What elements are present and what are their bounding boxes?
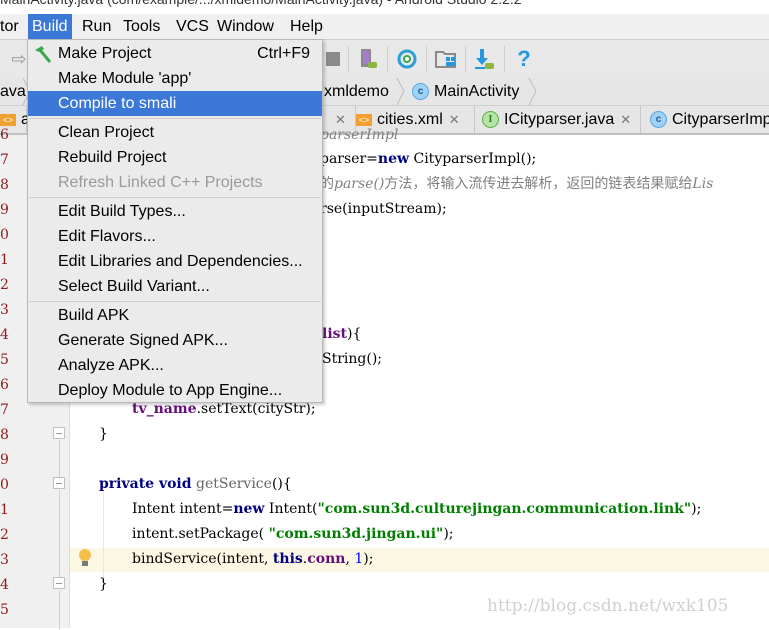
close-icon[interactable]: ✕ <box>620 112 631 127</box>
menu-separator <box>29 301 321 302</box>
tab-cityparserimpl[interactable]: c CityparserImp <box>650 106 769 133</box>
line-number: 8 <box>0 177 9 193</box>
menu-item-build-apk[interactable]: Build APK <box>28 303 322 328</box>
fold-guide <box>59 490 60 580</box>
line-number: 3 <box>0 552 9 568</box>
code-line: } <box>99 426 108 442</box>
menu-help[interactable]: Help <box>286 14 327 39</box>
tab-icityparser[interactable]: I ICityparser.java ✕ <box>482 106 641 133</box>
lightbulb-icon[interactable] <box>78 548 92 568</box>
line-number: 6 <box>0 377 9 393</box>
project-structure-icon[interactable] <box>435 48 457 70</box>
menu-item-edit-libraries[interactable]: Edit Libraries and Dependencies... <box>28 249 322 274</box>
menu-build-label: Build <box>32 18 68 35</box>
fold-toggle[interactable] <box>53 577 65 589</box>
toolbar-separator <box>348 46 349 72</box>
class-icon: c <box>650 111 667 129</box>
breadcrumb-item-mainactivity[interactable]: c MainActivity <box>412 78 519 105</box>
code-line: private void getService(){ <box>99 476 292 492</box>
breadcrumb-item[interactable]: xmldemo <box>324 78 389 105</box>
line-number: 7 <box>0 152 9 168</box>
menu-item-generate-signed-apk[interactable]: Generate Signed APK... <box>28 328 322 353</box>
code-line: parser=new CityparserImpl(); <box>320 151 537 167</box>
line-number: 5 <box>0 352 9 368</box>
menu-item-deploy-app-engine[interactable]: Deploy Module to App Engine... <box>28 378 322 403</box>
menu-item-compile-to-smali[interactable]: Compile to smali <box>28 91 322 116</box>
menu-item-make-project[interactable]: Make Project Ctrl+F9 <box>28 41 322 66</box>
menu-editor[interactable]: tor <box>0 14 23 39</box>
line-number: 4 <box>0 327 9 343</box>
close-icon[interactable]: ✕ <box>449 112 460 127</box>
line-number: 4 <box>0 577 9 593</box>
fold-toggle[interactable] <box>53 427 65 439</box>
menu-item-refresh-linked-cpp: Refresh Linked C++ Projects <box>58 174 263 191</box>
line-number: 6 <box>0 127 9 143</box>
menu-item-select-build-variant[interactable]: Select Build Variant... <box>28 274 322 299</box>
window-title-bar: MainActivity.java (com/example/.../xmlde… <box>0 0 769 14</box>
menu-build[interactable]: Build <box>28 14 72 39</box>
menu-item-clean-project[interactable]: Clean Project <box>28 120 322 145</box>
toolbar-separator <box>426 46 427 72</box>
code-line: Intent intent=new Intent("com.sun3d.cult… <box>132 501 702 517</box>
code-line: String(); <box>322 351 383 367</box>
menu-run[interactable]: Run <box>78 14 115 39</box>
menu-item-make-module[interactable]: Make Module 'app' <box>28 66 322 91</box>
fold-toggle[interactable] <box>53 477 65 489</box>
toolbar-separator <box>465 46 466 72</box>
menu-item-edit-build-types[interactable]: Edit Build Types... <box>28 199 322 224</box>
xml-file-icon: <> <box>0 113 16 126</box>
menu-bar: tor Build Run Tools VCS Window Help <box>0 14 769 39</box>
toolbar-separator <box>504 46 505 72</box>
code-line: 的parse()方法，将输入流传进去解析，返回的链表结果赋给Lis <box>320 176 714 192</box>
menu-separator <box>29 197 321 198</box>
breadcrumb-separator <box>396 78 405 105</box>
line-number: 2 <box>0 527 9 543</box>
menu-item-analyze-apk[interactable]: Analyze APK... <box>28 353 322 378</box>
fold-guide <box>59 440 60 480</box>
indent-guide <box>103 490 104 580</box>
menu-window[interactable]: Window <box>213 14 278 39</box>
interface-icon: I <box>482 111 499 129</box>
sync-gradle-icon[interactable] <box>396 48 418 70</box>
line-number: 5 <box>0 602 9 618</box>
fold-guide <box>59 590 60 630</box>
help-icon[interactable]: ? <box>513 46 535 71</box>
line-number: 2 <box>0 277 9 293</box>
menu-vcs[interactable]: VCS <box>172 14 213 39</box>
toolbar-separator <box>387 46 388 72</box>
code-line: } <box>99 576 108 592</box>
code-line: parserImpl <box>320 127 399 143</box>
hammer-icon <box>35 46 52 63</box>
code-line: intent.setPackage( "com.sun3d.jingan.ui"… <box>132 526 454 542</box>
tab-label: ICityparser.java <box>504 111 615 128</box>
build-menu: Make Project Ctrl+F9 Make Module 'app' C… <box>27 39 323 403</box>
breadcrumb-label: MainActivity <box>434 83 520 100</box>
stop-icon[interactable] <box>322 48 344 70</box>
line-number: 9 <box>0 202 9 218</box>
line-number: 7 <box>0 402 9 418</box>
shortcut: Ctrl+F9 <box>257 45 310 62</box>
menu-item-edit-flavors[interactable]: Edit Flavors... <box>28 224 322 249</box>
line-number: 1 <box>0 252 9 268</box>
line-number: 3 <box>0 302 9 318</box>
breadcrumb-separator <box>528 78 537 105</box>
menu-item-rebuild-project[interactable]: Rebuild Project <box>28 145 322 170</box>
window-title: MainActivity.java (com/example/.../xmlde… <box>0 0 522 7</box>
code-line: rse(inputStream); <box>320 201 447 217</box>
line-number: 9 <box>0 452 9 468</box>
line-number: 8 <box>0 427 9 443</box>
sdk-manager-icon[interactable] <box>474 48 496 70</box>
code-line: bindService(intent, this.conn, 1); <box>132 551 374 567</box>
watermark: http://blog.csdn.net/wxk105 <box>487 596 729 616</box>
avd-manager-icon[interactable] <box>358 48 380 70</box>
tab-label: CityparserImp <box>672 111 769 128</box>
class-icon: c <box>412 83 429 101</box>
menu-tools[interactable]: Tools <box>119 14 164 39</box>
menu-separator <box>29 118 321 119</box>
line-number: 1 <box>0 502 9 518</box>
line-number: 0 <box>0 477 9 493</box>
line-number: 0 <box>0 227 9 243</box>
code-line: list){ <box>322 326 362 342</box>
